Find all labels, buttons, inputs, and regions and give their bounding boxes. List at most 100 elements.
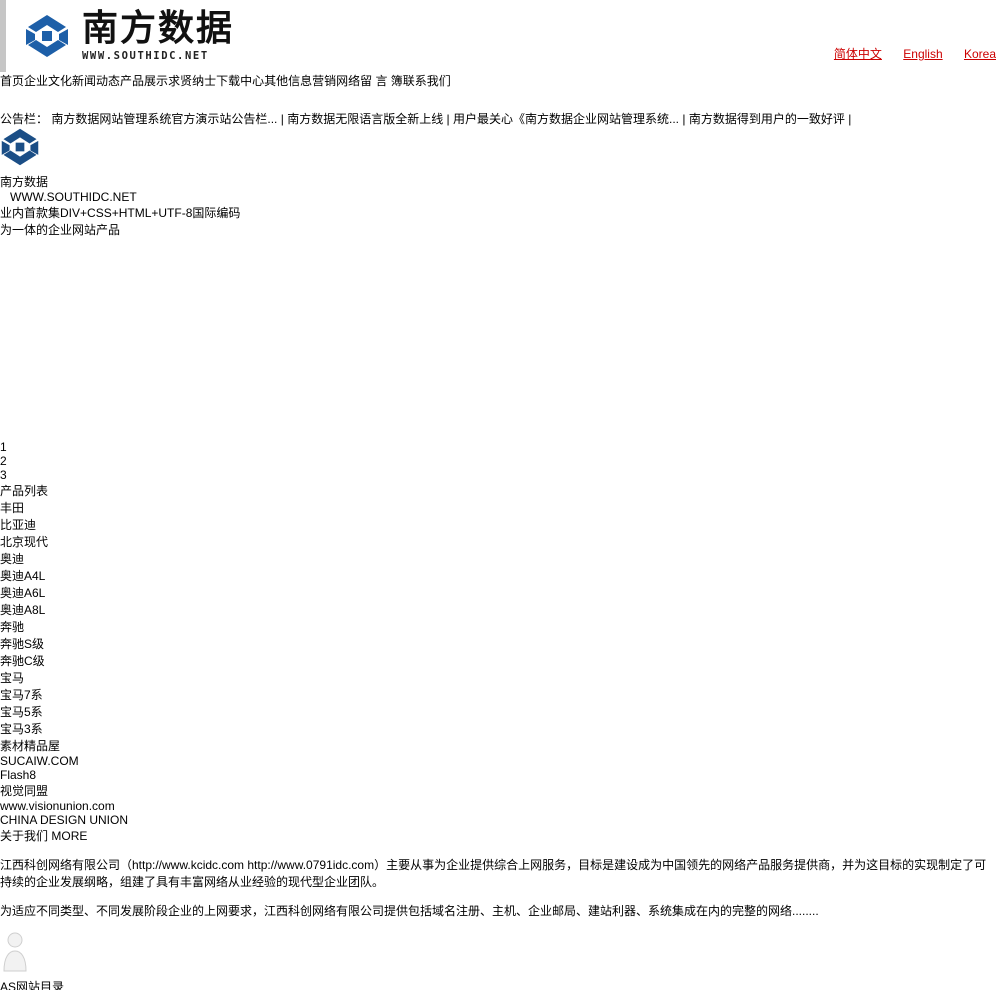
- left-sidebar: 产品列表 丰田 比亚迪 北京现代 奥迪 奥迪A4L 奥迪A6L 奥迪A8L 奔驰…: [0, 482, 996, 827]
- about-title: 关于我们: [0, 829, 49, 843]
- tree-node-label: 奥迪A8L: [0, 603, 46, 617]
- tree-node-label: 奔驰S级: [0, 637, 45, 651]
- ad-sucaiw[interactable]: 素材精品屋 SUCAIW.COM: [0, 737, 996, 768]
- partner-ads: 素材精品屋 SUCAIW.COM Flash8 视觉同盟 www.visionu…: [0, 737, 996, 827]
- about-paragraph-2: 为适应不同类型、不同发展阶段企业的上网要求，江西科创网络有限公司提供包括域名注册…: [0, 904, 819, 918]
- announcement-separator: |: [280, 112, 284, 126]
- announcement-item-2[interactable]: 南方数据无限语言版全新上线: [287, 112, 443, 126]
- banner-headline-2: 为一体的企业网站产品: [0, 223, 121, 237]
- tree-node-label: 宝马5系: [0, 705, 43, 719]
- tree-node-audi[interactable]: 奥迪: [0, 550, 996, 567]
- tree-node-benz[interactable]: 奔驰: [0, 618, 996, 635]
- announcement-bar: 公告栏： 南方数据网站管理系统官方演示站公告栏... | 南方数据无限语言版全新…: [0, 110, 996, 127]
- logo-text: 南方数据 WWW.SOUTHIDC.NET: [82, 10, 234, 62]
- banner-logo-title: 南方数据: [0, 175, 49, 189]
- ad-visionunion-url: www.visionunion.com: [0, 799, 115, 813]
- page-root: 南方数据 WWW.SOUTHIDC.NET 简体中文 English Korea…: [0, 0, 996, 990]
- tree-node-label: 宝马7系: [0, 688, 43, 702]
- ad-visionunion[interactable]: 视觉同盟 www.visionunion.com: [0, 782, 996, 813]
- tree-node-bmw-3[interactable]: 宝马3系: [0, 720, 996, 737]
- lang-link-en[interactable]: English: [903, 47, 942, 61]
- adminso-watermark: AS网站目录 AdminSo.com: [0, 931, 996, 990]
- banner-headline-en: DIV+CSS+HTML+UTF-8国际编码: [60, 206, 241, 220]
- banner-logo-subtitle: WWW.SOUTHIDC.NET: [10, 190, 137, 204]
- diamond-logo-icon: [24, 13, 70, 59]
- banner-slide-indicators: 1 2 3: [0, 440, 996, 482]
- logo-subtitle: WWW.SOUTHIDC.NET: [82, 50, 209, 62]
- ad-flash8[interactable]: Flash8: [0, 768, 996, 782]
- tree-node-label: 奥迪: [0, 552, 25, 566]
- watermark-text: AS网站目录 AdminSo.com: [0, 978, 996, 990]
- tree-node-label: 奔驰: [0, 620, 25, 634]
- about-header: 关于我们 MORE: [0, 827, 996, 844]
- tree-node-label: 宝马: [0, 671, 25, 685]
- tree-node-audi-a6l[interactable]: 奥迪A6L: [0, 584, 996, 601]
- language-links: 简体中文 English Korea: [816, 45, 996, 62]
- tree-node-benz-c[interactable]: 奔驰C级: [0, 652, 996, 669]
- announcement-item-3[interactable]: 用户最关心《南方数据企业网站管理系统...: [453, 112, 679, 126]
- tree-node-beijing-hyundai[interactable]: 北京现代: [0, 533, 996, 550]
- nav-item-guestbook[interactable]: 留 言 簿: [360, 72, 403, 110]
- tree-node-byd[interactable]: 比亚迪: [0, 516, 996, 533]
- nav-item-marketing[interactable]: 营销网络: [312, 72, 360, 110]
- nav-item-home[interactable]: 首页: [0, 72, 24, 110]
- site-header: 南方数据 WWW.SOUTHIDC.NET 简体中文 English Korea: [0, 0, 996, 72]
- announcement-separator: |: [848, 112, 852, 126]
- hero-banner[interactable]: 南方数据 WWW.SOUTHIDC.NET 业内首款集DIV+CSS+HTML+…: [0, 127, 996, 482]
- announcement-separator: |: [682, 112, 686, 126]
- banner-logo: 南方数据 WWW.SOUTHIDC.NET: [0, 127, 996, 204]
- top-row: 关于我们 MORE 江西科创网络有限公司（http://www.kcidc.co…: [0, 827, 996, 990]
- banner-diamond-logo-icon: [0, 127, 46, 173]
- sparkle-decoration: [0, 290, 40, 330]
- logo-title: 南方数据: [82, 7, 235, 49]
- nav-item-news[interactable]: 新闻动态: [72, 72, 120, 110]
- content-column: 关于我们 MORE 江西科创网络有限公司（http://www.kcidc.co…: [0, 827, 996, 990]
- slide-indicator-1[interactable]: 1: [0, 440, 996, 454]
- product-tree-panel: 产品列表 丰田 比亚迪 北京现代 奥迪 奥迪A4L 奥迪A6L 奥迪A8L 奔驰…: [0, 482, 996, 737]
- nav-item-other-info[interactable]: 其他信息: [264, 72, 312, 110]
- tree-node-label: 丰田: [0, 501, 25, 515]
- product-tree-body: 丰田 比亚迪 北京现代 奥迪 奥迪A4L 奥迪A6L 奥迪A8L 奔驰 奔驰S级…: [0, 499, 996, 737]
- tree-node-benz-s[interactable]: 奔驰S级: [0, 635, 996, 652]
- tree-node-audi-a4l[interactable]: 奥迪A4L: [0, 567, 996, 584]
- sparkle-decoration: [0, 376, 34, 410]
- tree-node-label: 奥迪A6L: [0, 586, 46, 600]
- about-more-button[interactable]: MORE: [51, 829, 87, 843]
- tree-node-audi-a8l[interactable]: 奥迪A8L: [0, 601, 996, 618]
- about-more-label: MORE: [51, 829, 88, 843]
- main-navigation: 首页 企业文化 新闻动态 产品展示 求贤纳士 下载中心 其他信息 营销网络 留 …: [0, 72, 996, 110]
- tree-node-bmw[interactable]: 宝马: [0, 669, 996, 686]
- slide-indicator-3[interactable]: 3: [0, 468, 996, 482]
- partner-ads-grid: 素材精品屋 SUCAIW.COM Flash8 视觉同盟 www.visionu…: [0, 737, 996, 827]
- ad-china-design-union[interactable]: CHINA DESIGN UNION: [0, 813, 996, 827]
- sparkle-decoration: [0, 330, 46, 376]
- tree-node-label: 比亚迪: [0, 518, 37, 532]
- about-paragraph-1: 江西科创网络有限公司（http://www.kcidc.com http://w…: [0, 858, 987, 889]
- watermark-line-1: AS网站目录: [0, 980, 65, 990]
- product-tree-header: 产品列表: [0, 482, 996, 499]
- nav-item-downloads[interactable]: 下载中心: [216, 72, 264, 110]
- slide-indicator-2[interactable]: 2: [0, 454, 996, 468]
- tree-node-bmw-7[interactable]: 宝马7系: [0, 686, 996, 703]
- site-logo[interactable]: 南方数据 WWW.SOUTHIDC.NET: [6, 10, 234, 62]
- tree-node-label: 宝马3系: [0, 722, 43, 736]
- tree-node-bmw-5[interactable]: 宝马5系: [0, 703, 996, 720]
- tree-node-toyota[interactable]: 丰田: [0, 499, 996, 516]
- lang-link-zh[interactable]: 简体中文: [834, 47, 882, 61]
- announcement-item-1[interactable]: 南方数据网站管理系统官方演示站公告栏...: [51, 112, 277, 126]
- tree-node-label: 北京现代: [0, 535, 49, 549]
- announcement-item-4[interactable]: 南方数据得到用户的一致好评: [689, 112, 845, 126]
- nav-item-contact[interactable]: 联系我们: [403, 72, 451, 110]
- about-body: 江西科创网络有限公司（http://www.kcidc.com http://w…: [0, 856, 996, 990]
- sparkle-decoration: [0, 238, 52, 290]
- nav-item-culture[interactable]: 企业文化: [24, 72, 72, 110]
- about-panel: 关于我们 MORE 江西科创网络有限公司（http://www.kcidc.co…: [0, 827, 996, 990]
- product-tree-title: 产品列表: [0, 484, 49, 498]
- ad-sucaiw-title: 素材精品屋: [0, 739, 61, 753]
- nav-item-careers[interactable]: 求贤纳士: [168, 72, 216, 110]
- ad-flash8-title: Flash8: [0, 768, 37, 782]
- lang-link-ko[interactable]: Korea: [964, 47, 996, 61]
- banner-headline-cn: 业内首款集: [0, 206, 61, 220]
- nav-item-products[interactable]: 产品展示: [120, 72, 168, 110]
- ad-sucaiw-url: SUCAIW.COM: [0, 754, 79, 768]
